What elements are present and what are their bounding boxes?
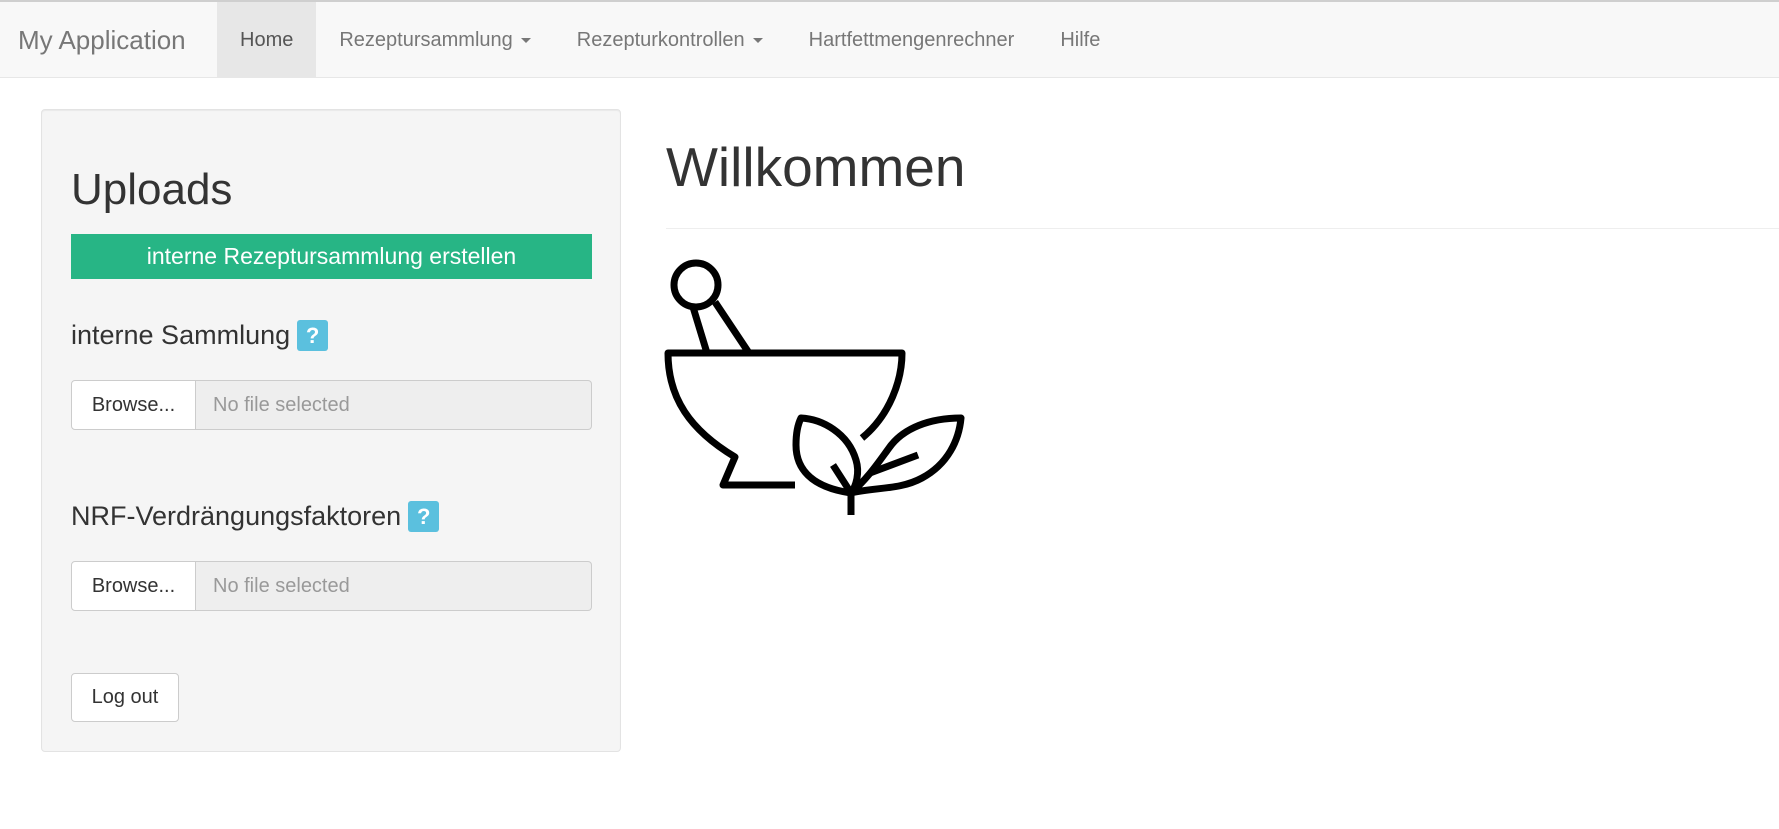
pestle-right-edge [712,300,752,355]
browse-button[interactable]: Browse... [71,380,196,430]
nav-menu: Home Rezeptursammlung Rezepturkontrollen… [217,2,1123,78]
pestle-left-edge [689,305,711,355]
leaf-left [792,414,862,497]
upload-label-nrf-factors: NRF-Verdrängungsfaktoren ? [71,501,440,532]
nav-item-hartfettmengenrechner[interactable]: Hartfettmengenrechner [786,2,1038,78]
nav-item-home[interactable]: Home [217,2,317,78]
file-name-display[interactable]: No file selected [196,380,592,430]
file-input-nrf-factors: Browse... No file selected [71,561,592,611]
file-name-display[interactable]: No file selected [196,561,592,611]
nav-item-hilfe[interactable]: Hilfe [1037,2,1123,78]
page-title: Willkommen [666,136,966,198]
upload-label-internal-collection: interne Sammlung ? [71,320,329,351]
navbar: My Application Home Rezeptursammlung Rez… [0,2,1779,78]
file-input-internal-collection: Browse... No file selected [71,380,592,430]
uploads-panel: Uploads interne Rezeptursammlung erstell… [41,109,621,752]
pestle-head [670,259,722,311]
upload-label-text: interne Sammlung [71,320,291,350]
mortar-bowl [664,349,906,489]
create-internal-collection-button[interactable]: interne Rezeptursammlung erstellen [71,234,592,279]
nav-item-label: Home [240,29,294,51]
browse-button[interactable]: Browse... [71,561,196,611]
nav-item-label: Hartfettmengenrechner [808,29,1015,51]
nav-item-rezeptursammlung[interactable]: Rezeptursammlung [316,2,553,78]
nav-item-rezepturkontrollen[interactable]: Rezepturkontrollen [554,2,786,78]
caret-down-icon [752,38,763,44]
caret-down-icon [520,38,531,44]
logout-button[interactable]: Log out [71,673,179,722]
uploads-title: Uploads [71,165,233,214]
upload-label-text: NRF-Verdrängungsfaktoren [71,501,402,531]
navbar-brand[interactable]: My Application [18,2,186,78]
mortar-pestle-herbs-icon [664,259,965,515]
nav-item-label: Rezepturkontrollen [576,29,745,51]
nav-item-label: Rezeptursammlung [339,29,513,51]
nav-item-label: Hilfe [1060,29,1101,51]
title-divider [666,228,1779,229]
help-icon[interactable]: ? [408,501,440,532]
help-icon[interactable]: ? [297,320,329,351]
